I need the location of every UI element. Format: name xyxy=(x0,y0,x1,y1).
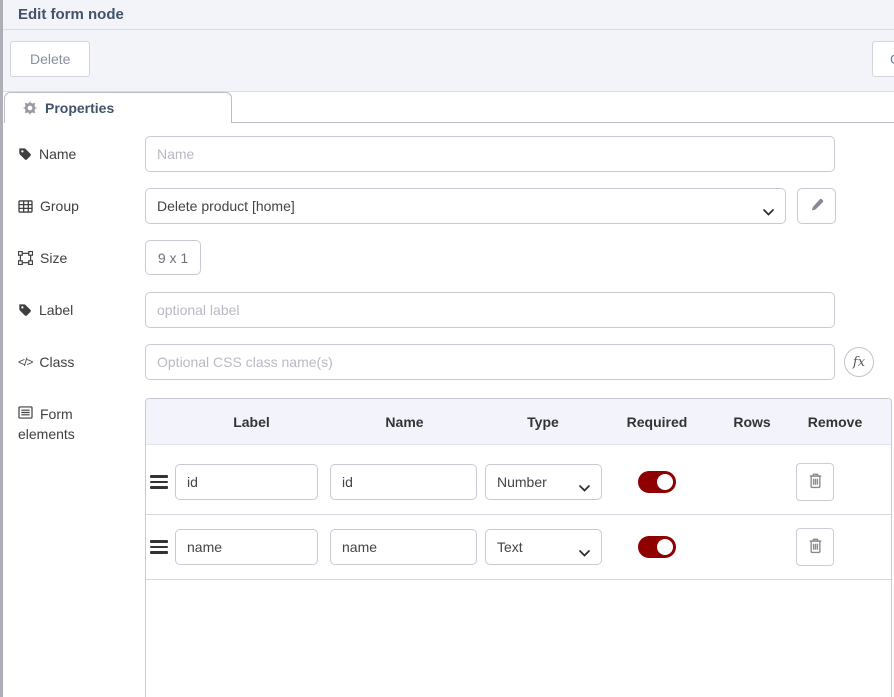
label-label: Label xyxy=(18,292,145,328)
code-icon: </> xyxy=(18,355,32,369)
header-rows: Rows xyxy=(708,414,796,430)
element-name-input[interactable] xyxy=(330,464,477,500)
dialog-title: Edit form node xyxy=(18,6,124,23)
element-type-select[interactable]: Text xyxy=(485,529,602,565)
name-input[interactable] xyxy=(145,136,835,172)
field-row-name: Name xyxy=(18,136,894,172)
object-group-icon xyxy=(18,251,33,265)
remove-element-button[interactable] xyxy=(796,463,834,501)
edit-group-button[interactable] xyxy=(797,188,836,224)
label-input[interactable] xyxy=(145,292,835,328)
form-elements-label: Form elements xyxy=(18,398,145,697)
table-grid-icon xyxy=(18,200,33,213)
tab-properties[interactable]: Properties xyxy=(4,92,232,123)
tab-bar: Properties xyxy=(3,92,894,123)
class-label: </> Class xyxy=(18,344,145,380)
name-label: Name xyxy=(18,136,145,172)
element-label-input[interactable] xyxy=(175,464,318,500)
field-row-label: Label xyxy=(18,292,894,328)
gear-icon xyxy=(23,101,37,115)
class-input[interactable] xyxy=(145,344,835,380)
dialog-toolbar: Delete Cancel xyxy=(3,30,894,92)
element-label-input[interactable] xyxy=(175,529,318,565)
required-toggle[interactable] xyxy=(638,471,676,493)
header-label: Label xyxy=(174,414,329,430)
size-button[interactable]: 9 x 1 xyxy=(145,240,201,275)
drag-handle-icon[interactable] xyxy=(150,475,168,489)
header-name: Name xyxy=(329,414,480,430)
group-label: Group xyxy=(18,188,145,224)
form-elements-rows: Number xyxy=(146,445,891,580)
edit-form-node-dialog: Edit form node Delete Cancel Properties … xyxy=(0,0,894,697)
form-element-row: Text xyxy=(146,515,891,580)
tag-icon xyxy=(18,147,32,161)
trash-icon xyxy=(807,537,824,557)
field-row-form-elements: Form elements Label Name Type Required R… xyxy=(18,398,894,697)
properties-panel: Name Group Delete product [home] xyxy=(3,123,894,697)
header-remove: Remove xyxy=(796,414,874,430)
field-row-class: </> Class fx xyxy=(18,344,894,380)
tag-icon xyxy=(18,303,32,317)
form-list-icon xyxy=(18,406,33,419)
form-element-row: Number xyxy=(146,450,891,515)
form-elements-table: Label Name Type Required Rows Remove xyxy=(145,398,892,697)
form-elements-table-header: Label Name Type Required Rows Remove xyxy=(146,399,891,445)
element-type-select[interactable]: Number xyxy=(485,464,602,500)
trash-icon xyxy=(807,472,824,492)
expression-fx-button[interactable]: fx xyxy=(844,347,874,377)
field-row-group: Group Delete product [home] xyxy=(18,188,894,224)
tab-properties-label: Properties xyxy=(45,100,114,116)
field-row-size: Size 9 x 1 xyxy=(18,240,894,276)
element-name-input[interactable] xyxy=(330,529,477,565)
dialog-header: Edit form node xyxy=(3,0,894,30)
size-label: Size xyxy=(18,240,145,276)
required-toggle[interactable] xyxy=(638,536,676,558)
header-required: Required xyxy=(606,414,708,430)
drag-handle-icon[interactable] xyxy=(150,540,168,554)
pencil-icon xyxy=(810,198,824,215)
remove-element-button[interactable] xyxy=(796,528,834,566)
header-type: Type xyxy=(480,414,606,430)
cancel-button[interactable]: Cancel xyxy=(872,41,894,77)
group-select[interactable]: Delete product [home] xyxy=(145,188,786,224)
delete-button[interactable]: Delete xyxy=(10,41,90,77)
